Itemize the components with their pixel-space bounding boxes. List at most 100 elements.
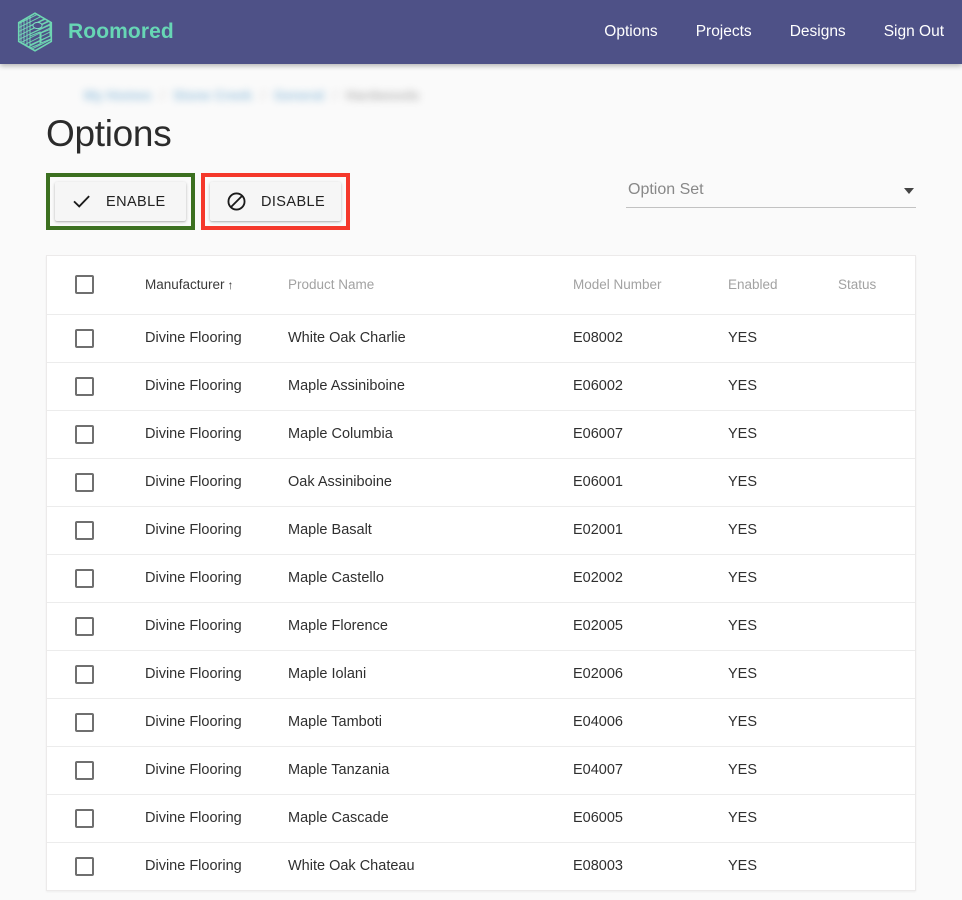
table-row[interactable]: Divine Flooring White Oak Chateau E08003 YE…	[47, 842, 915, 890]
row-select-cell	[47, 506, 145, 555]
disable-button-highlight: DISABLE	[201, 173, 351, 230]
table-row[interactable]: Divine Flooring Maple Tamboti E04006 YES	[47, 698, 915, 747]
breadcrumb-separator: /	[261, 88, 265, 103]
cell-manufacturer: Divine Flooring	[145, 650, 288, 699]
cell-product-name: Oak Assiniboine	[288, 458, 573, 507]
row-checkbox[interactable]	[75, 808, 94, 828]
disable-button[interactable]: DISABLE	[210, 182, 342, 221]
cell-manufacturer: Divine Flooring	[145, 362, 288, 411]
table-row[interactable]: Divine Flooring Oak Assiniboine E06001 YES	[47, 458, 915, 507]
cell-model-number: E02006	[573, 650, 728, 699]
cell-status	[838, 314, 915, 363]
select-all-checkbox[interactable]	[75, 275, 94, 295]
row-checkbox[interactable]	[75, 376, 94, 396]
nav-link-options[interactable]: Options	[604, 23, 657, 41]
table-header-row: Manufacturer ↑ Product Name Model Number …	[47, 256, 915, 315]
row-select-cell	[47, 698, 145, 747]
cell-model-number: E06005	[573, 794, 728, 843]
options-table: Manufacturer ↑ Product Name Model Number …	[47, 256, 915, 890]
cell-manufacturer: Divine Flooring	[145, 858, 242, 875]
disable-button-label: DISABLE	[261, 193, 326, 210]
cell-enabled: YES	[728, 554, 838, 603]
option-set-label: Option Set	[628, 181, 704, 198]
column-header-product-name[interactable]: Product Name	[288, 256, 573, 315]
nav-link-projects[interactable]: Projects	[696, 23, 752, 41]
cell-enabled: YES	[728, 458, 838, 507]
row-checkbox[interactable]	[75, 856, 94, 876]
cell-status	[838, 650, 915, 699]
nav-link-sign-out[interactable]: Sign Out	[884, 23, 944, 41]
row-checkbox[interactable]	[75, 328, 94, 348]
table-row[interactable]: Divine Flooring Maple Iolani E02006 YES	[47, 650, 915, 699]
table-row[interactable]: Divine Flooring Maple Castello E02002 YES	[47, 554, 915, 603]
row-checkbox[interactable]	[75, 520, 94, 540]
cell-manufacturer: Divine Flooring	[145, 746, 288, 795]
column-header-manufacturer-label: Manufacturer	[145, 277, 225, 293]
cell-status	[838, 410, 915, 459]
column-header-model-number[interactable]: Model Number	[573, 256, 728, 315]
cell-model-number: E06002	[573, 362, 728, 411]
row-select-cell	[47, 458, 145, 507]
option-set-select[interactable]: Option Set	[626, 181, 916, 208]
column-header-enabled[interactable]: Enabled	[728, 256, 838, 315]
row-checkbox[interactable]	[75, 664, 94, 684]
cell-model-number: E02002	[573, 554, 728, 603]
block-icon	[226, 191, 247, 212]
cell-model-number: E06007	[573, 410, 728, 459]
cell-enabled: YES	[728, 314, 838, 363]
row-select-cell	[47, 554, 145, 603]
page-title: Options	[46, 113, 172, 154]
cell-manufacturer: Divine Flooring	[145, 458, 288, 507]
cell-model-number: E08003	[573, 858, 623, 875]
main-nav: Options Projects Designs Sign Out	[604, 23, 944, 41]
breadcrumb-separator: /	[333, 88, 337, 103]
select-all-header	[47, 256, 145, 315]
cell-enabled: YES	[728, 698, 838, 747]
table-row[interactable]: Divine Flooring Maple Florence E02005 YES	[47, 602, 915, 651]
row-checkbox[interactable]	[75, 712, 94, 732]
cell-status	[838, 602, 915, 651]
cell-manufacturer: Divine Flooring	[145, 506, 288, 555]
column-header-manufacturer[interactable]: Manufacturer ↑	[145, 256, 288, 315]
breadcrumb-item-2[interactable]: Stone Creek	[173, 88, 252, 103]
cell-model-number: E02001	[573, 506, 728, 555]
enable-button-label: ENABLE	[106, 193, 166, 210]
cell-enabled: YES	[728, 602, 838, 651]
cell-status	[838, 554, 915, 603]
row-checkbox[interactable]	[75, 472, 94, 492]
table-row[interactable]: Divine Flooring Maple Cascade E06005 YES	[47, 794, 915, 843]
cell-manufacturer: Divine Flooring	[145, 602, 288, 651]
cell-manufacturer: Divine Flooring	[145, 794, 288, 843]
column-header-status[interactable]: Status	[838, 256, 915, 315]
breadcrumb-item-3[interactable]: General	[274, 88, 324, 103]
enable-button[interactable]: ENABLE	[55, 182, 186, 221]
row-checkbox[interactable]	[75, 616, 94, 636]
cell-enabled: YES	[728, 362, 838, 411]
breadcrumb-item-1[interactable]: My Homes	[84, 88, 152, 103]
sort-ascending-icon: ↑	[227, 278, 234, 293]
options-table-card: Manufacturer ↑ Product Name Model Number …	[46, 255, 916, 891]
row-select-cell	[47, 314, 145, 363]
row-select-cell	[47, 410, 145, 459]
row-checkbox[interactable]	[75, 760, 94, 780]
enable-button-highlight: ENABLE	[46, 173, 195, 230]
table-row[interactable]: Divine Flooring White Oak Charlie E08002 YE…	[47, 314, 915, 363]
nav-link-designs[interactable]: Designs	[790, 23, 846, 41]
table-row[interactable]: Divine Flooring Maple Basalt E02001 YES	[47, 506, 915, 555]
cell-status	[838, 746, 915, 795]
cell-enabled: YES	[728, 858, 758, 875]
breadcrumb-item-current: Hardwoods	[345, 88, 420, 103]
cell-status	[838, 458, 915, 507]
row-checkbox[interactable]	[75, 424, 94, 444]
hexagon-logo-icon	[14, 11, 56, 53]
row-checkbox[interactable]	[75, 568, 94, 588]
table-row[interactable]: Divine Flooring Maple Assiniboine E06002 YE…	[47, 362, 915, 411]
table-row[interactable]: Divine Flooring Maple Columbia E06007 YES	[47, 410, 915, 459]
cell-product-name: Maple Basalt	[288, 506, 573, 555]
row-select-cell	[47, 794, 145, 843]
table-row[interactable]: Divine Flooring Maple Tanzania E04007 YES	[47, 746, 915, 795]
check-icon	[71, 191, 92, 212]
cell-manufacturer: Divine Flooring	[145, 314, 288, 363]
brand[interactable]: Roomored	[14, 11, 174, 53]
cell-model-number: E02005	[573, 602, 728, 651]
